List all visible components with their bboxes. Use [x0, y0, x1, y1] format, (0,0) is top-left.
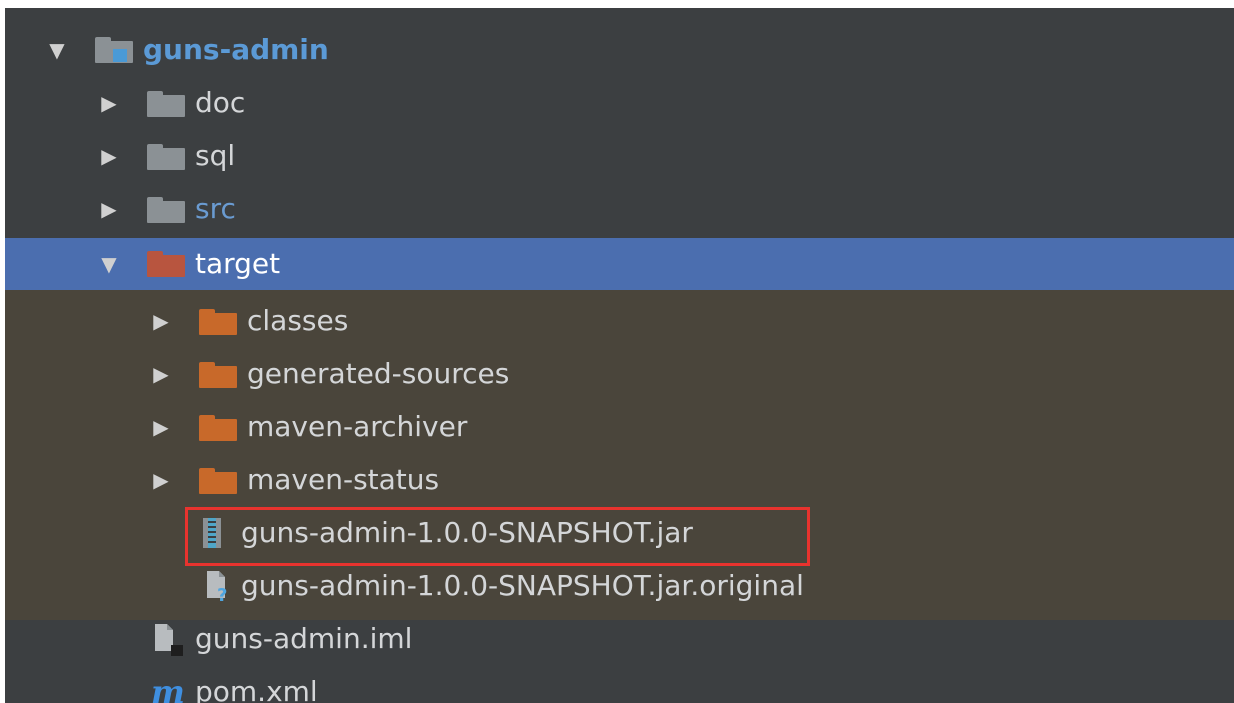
tree-row-src[interactable]: ▶ src [5, 183, 1234, 235]
highlight-annotation-box [185, 507, 810, 566]
excluded-folder-icon [199, 309, 237, 335]
tree-row-jar-original-file[interactable]: ? guns-admin-1.0.0-SNAPSHOT.jar.original [5, 560, 1234, 612]
maven-pom-icon: m [151, 673, 185, 703]
tree-row-iml-file[interactable]: guns-admin.iml [5, 613, 1234, 665]
tree-item-label: guns-admin-1.0.0-SNAPSHOT.jar.original [241, 569, 804, 602]
tree-item-label: classes [247, 304, 349, 337]
tree-item-label: src [195, 192, 236, 225]
expand-arrow-down-icon[interactable]: ▼ [97, 238, 121, 290]
source-folder-icon [147, 197, 185, 223]
folder-icon [147, 144, 185, 170]
project-tree-panel: ▼ guns-admin ▶ doc ▶ sql ▶ src ▼ target … [5, 8, 1234, 703]
expand-arrow-right-icon[interactable]: ▶ [149, 454, 173, 506]
tree-item-label: guns-admin.iml [195, 622, 413, 655]
tree-row-doc[interactable]: ▶ doc [5, 77, 1234, 129]
tree-row-guns-admin[interactable]: ▼ guns-admin [5, 24, 1234, 76]
module-folder-icon [95, 37, 133, 63]
expand-arrow-right-icon[interactable]: ▶ [149, 348, 173, 400]
tree-item-label: doc [195, 86, 246, 119]
tree-row-pom-xml[interactable]: m pom.xml [5, 666, 1234, 703]
iml-file-icon [155, 624, 183, 656]
unknown-file-icon: ? [207, 571, 227, 602]
tree-row-cutoff [5, 8, 1234, 16]
tree-item-label: pom.xml [195, 675, 318, 703]
tree-row-target[interactable]: ▼ target [5, 238, 1234, 290]
excluded-folder-icon [147, 251, 185, 277]
tree-row-maven-status[interactable]: ▶ maven-status [5, 454, 1234, 506]
excluded-folder-icon [199, 415, 237, 441]
tree-item-label: guns-admin [143, 33, 329, 66]
tree-item-label: maven-archiver [247, 410, 468, 443]
svg-text:?: ? [217, 585, 227, 602]
expand-arrow-right-icon[interactable]: ▶ [97, 130, 121, 182]
tree-item-label: target [195, 247, 281, 280]
expand-arrow-right-icon[interactable]: ▶ [149, 401, 173, 453]
excluded-folder-icon [199, 468, 237, 494]
tree-item-label: maven-status [247, 463, 440, 496]
tree-row-maven-archiver[interactable]: ▶ maven-archiver [5, 401, 1234, 453]
expand-arrow-right-icon[interactable]: ▶ [97, 77, 121, 129]
tree-row-sql[interactable]: ▶ sql [5, 130, 1234, 182]
tree-row-generated-sources[interactable]: ▶ generated-sources [5, 348, 1234, 400]
tree-item-label: generated-sources [247, 357, 510, 390]
expand-arrow-right-icon[interactable]: ▶ [149, 295, 173, 347]
folder-icon [147, 91, 185, 117]
expand-arrow-right-icon[interactable]: ▶ [97, 183, 121, 235]
tree-item-label: sql [195, 139, 236, 172]
tree-row-classes[interactable]: ▶ classes [5, 295, 1234, 347]
excluded-folder-icon [199, 362, 237, 388]
expand-arrow-down-icon[interactable]: ▼ [45, 24, 69, 76]
